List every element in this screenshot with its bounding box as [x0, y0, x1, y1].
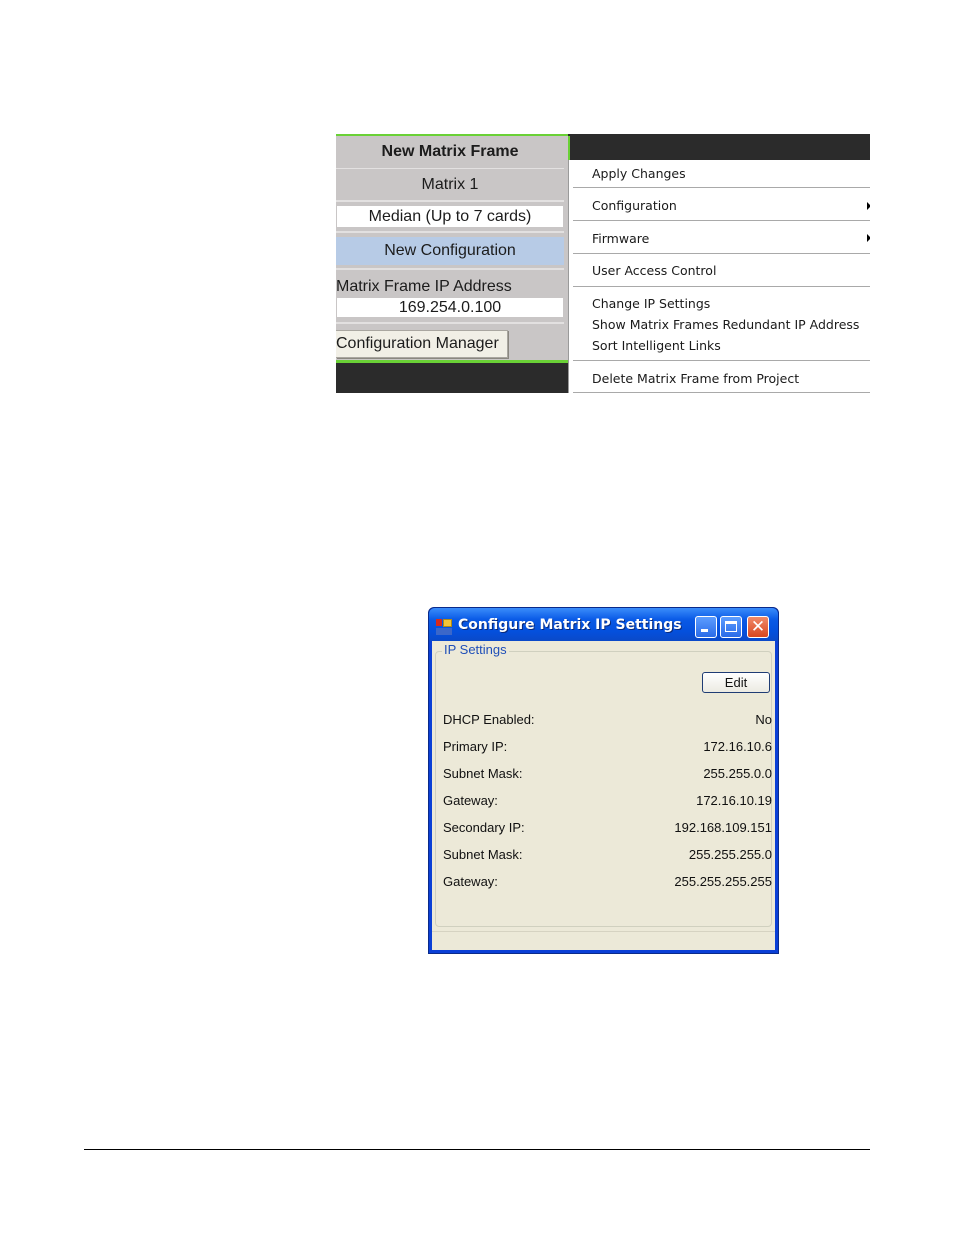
configuration-field[interactable]: New Configuration: [336, 237, 564, 265]
menu-separator: [573, 253, 870, 254]
field-label: Gateway:: [443, 874, 498, 889]
matrix-frame-panel: New Matrix Frame Matrix 1 Median (Up to …: [336, 134, 570, 363]
field-label: Subnet Mask:: [443, 766, 523, 781]
maximize-button[interactable]: [720, 616, 742, 638]
menu-separator: [573, 187, 870, 188]
group-legend: IP Settings: [442, 642, 509, 657]
configuration-manager-button[interactable]: Configuration Manager: [336, 330, 508, 358]
edit-button[interactable]: Edit: [702, 672, 770, 693]
field-value: 255.255.255.255: [674, 874, 772, 889]
field-value: 172.16.10.6: [703, 739, 772, 754]
panel-title: New Matrix Frame: [336, 136, 564, 170]
panel-divider: [336, 322, 564, 324]
menu-separator: [573, 392, 870, 393]
menu-item-user-access-control[interactable]: User Access Control: [592, 263, 716, 278]
menu-item-sort-intelligent-links[interactable]: Sort Intelligent Links: [592, 338, 721, 353]
menu-separator: [573, 360, 870, 361]
menu-separator: [573, 220, 870, 221]
close-button[interactable]: ✕: [747, 616, 769, 638]
close-icon: ✕: [750, 617, 766, 637]
matrix-frame-screenshot: New Matrix Frame Matrix 1 Median (Up to …: [336, 134, 870, 393]
dialog-title: Configure Matrix IP Settings: [458, 617, 682, 633]
ip-settings-group: Edit DHCP Enabled: No Primary IP: 172.16…: [435, 651, 772, 927]
field-value: 192.168.109.151: [674, 820, 772, 835]
minimize-icon: [701, 629, 708, 632]
field-label: Secondary IP:: [443, 820, 525, 835]
panel-divider: [336, 231, 564, 233]
menu-item-show-redundant-ip[interactable]: Show Matrix Frames Redundant IP Address: [592, 317, 859, 332]
app-window-icon: [436, 619, 452, 635]
field-label: Gateway:: [443, 793, 498, 808]
menu-item-firmware[interactable]: Firmware: [592, 231, 649, 246]
matrix-name-field[interactable]: Matrix 1: [336, 169, 564, 202]
dialog-client-area: Edit DHCP Enabled: No Primary IP: 172.16…: [432, 641, 775, 950]
frame-type-field[interactable]: Median (Up to 7 cards): [337, 206, 563, 227]
menu-separator: [573, 286, 870, 287]
configure-ip-dialog: Configure Matrix IP Settings ✕ Edit DHCP…: [428, 607, 779, 954]
field-label: DHCP Enabled:: [443, 712, 535, 727]
submenu-arrow-icon: [867, 202, 870, 210]
field-value: 172.16.10.19: [696, 793, 772, 808]
field-value: 255.255.0.0: [703, 766, 772, 781]
ip-address-field[interactable]: 169.254.0.100: [337, 298, 563, 317]
field-label: Subnet Mask:: [443, 847, 523, 862]
menu-item-change-ip-settings[interactable]: Change IP Settings: [592, 296, 710, 311]
status-strip: [432, 931, 775, 951]
field-value: 255.255.255.0: [688, 847, 772, 862]
submenu-arrow-icon: [867, 234, 870, 242]
panel-divider: [336, 268, 564, 270]
footer-rule: [84, 1149, 870, 1150]
context-menu: Apply Changes Configuration Firmware Use…: [568, 160, 870, 393]
minimize-button[interactable]: [695, 616, 717, 638]
menu-item-delete-matrix-frame[interactable]: Delete Matrix Frame from Project: [592, 371, 799, 386]
field-value: No: [755, 712, 772, 727]
menu-item-apply-changes[interactable]: Apply Changes: [592, 166, 686, 181]
dialog-title-bar[interactable]: Configure Matrix IP Settings ✕: [429, 608, 778, 641]
menu-item-configuration[interactable]: Configuration: [592, 198, 677, 213]
maximize-icon: [725, 621, 737, 632]
field-label: Primary IP:: [443, 739, 508, 754]
ip-address-label: Matrix Frame IP Address: [336, 278, 512, 295]
